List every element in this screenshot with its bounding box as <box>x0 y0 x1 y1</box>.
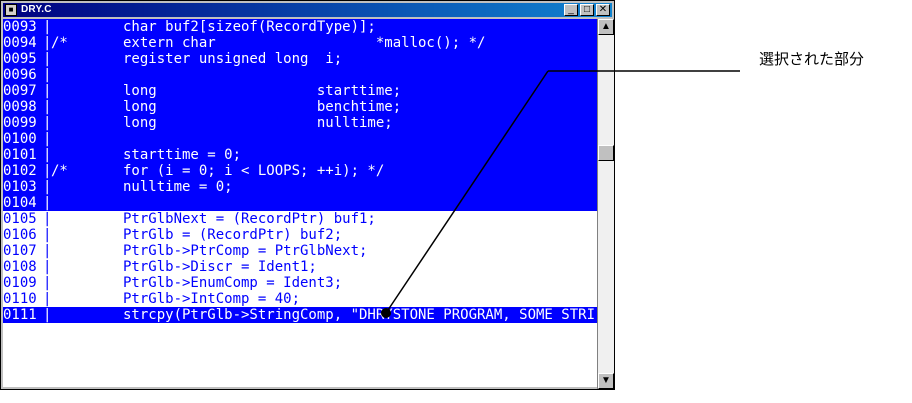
code-line[interactable]: 0106 | PtrGlb = (RecordPtr) buf2; <box>3 227 597 243</box>
line-number: 0100 <box>3 131 37 147</box>
code-text: PtrGlbNext = (RecordPtr) buf1; <box>123 211 376 227</box>
code-text: PtrGlb->PtrComp = PtrGlbNext; <box>123 243 368 259</box>
code-text: long benchtime; <box>123 99 402 115</box>
line-number: 0099 <box>3 115 37 131</box>
code-line[interactable]: 0108 | PtrGlb->Discr = Ident1; <box>3 259 597 275</box>
scroll-up-button[interactable]: ▲ <box>598 19 614 35</box>
code-line[interactable]: 0101 | starttime = 0; <box>3 147 597 163</box>
window-titlebar[interactable]: ■ DRY.C _ □ ✕ <box>3 3 612 17</box>
code-line[interactable]: 0110 | PtrGlb->IntComp = 40; <box>3 291 597 307</box>
code-line[interactable]: 0100 | <box>3 131 597 147</box>
line-number-separator: | <box>43 291 52 307</box>
code-editor[interactable]: 0093 | char buf2[sizeof(RecordType)]; 0094 |… <box>3 19 597 387</box>
line-number: 0105 <box>3 211 37 227</box>
line-number: 0095 <box>3 51 37 67</box>
code-line[interactable]: 0097 | long starttime; <box>3 83 597 99</box>
line-number: 0110 <box>3 291 37 307</box>
window-title: DRY.C <box>21 4 52 15</box>
line-number-separator: | <box>43 211 52 227</box>
line-number-separator: | <box>43 179 52 195</box>
code-line[interactable]: 0094 |/* extern char *malloc(); */ <box>3 35 597 51</box>
code-text: PtrGlb = (RecordPtr) buf2; <box>123 227 343 243</box>
code-line[interactable]: 0093 | char buf2[sizeof(RecordType)]; <box>3 19 597 35</box>
code-text: register unsigned long i; <box>123 51 343 67</box>
code-line[interactable]: 0096 | <box>3 67 597 83</box>
line-number-separator: | <box>43 67 52 83</box>
scroll-thumb[interactable] <box>598 145 614 161</box>
code-line[interactable]: 0098 | long benchtime; <box>3 99 597 115</box>
line-number-separator: | <box>43 195 52 211</box>
line-number: 0108 <box>3 259 37 275</box>
code-text: strcpy(PtrGlb->StringComp, "DHRYSTONE PR… <box>123 307 596 323</box>
minimize-button[interactable]: _ <box>564 4 578 16</box>
code-text: extern char *malloc(); */ <box>123 35 486 51</box>
line-number: 0102 <box>3 163 37 179</box>
line-number-separator: | <box>43 51 52 67</box>
line-number: 0098 <box>3 99 37 115</box>
line-number: 0111 <box>3 307 37 323</box>
maximize-button[interactable]: □ <box>580 4 594 16</box>
line-number: 0106 <box>3 227 37 243</box>
line-number-separator: | <box>43 99 52 115</box>
line-number: 0094 <box>3 35 37 51</box>
line-number: 0101 <box>3 147 37 163</box>
code-line[interactable]: 0099 | long nulltime; <box>3 115 597 131</box>
line-number-separator: | <box>43 19 52 35</box>
scroll-down-button[interactable]: ▼ <box>598 373 614 389</box>
line-number-separator: | <box>43 131 52 147</box>
callout-label: 選択された部分 <box>759 50 865 68</box>
line-number-separator: | <box>43 115 52 131</box>
editor-window: ■ DRY.C _ □ ✕ 0093 | char buf2[sizeof(Reco… <box>0 0 615 390</box>
comment-marker: /* <box>51 35 68 51</box>
line-number: 0109 <box>3 275 37 291</box>
line-number-separator: | <box>43 307 52 323</box>
line-number-separator: | <box>43 243 52 259</box>
code-text: PtrGlb->Discr = Ident1; <box>123 259 317 275</box>
line-number: 0096 <box>3 67 37 83</box>
code-line[interactable]: 0111 | strcpy(PtrGlb->StringComp, "DHRYSTO… <box>3 307 597 323</box>
comment-marker: /* <box>51 163 68 179</box>
code-text: PtrGlb->IntComp = 40; <box>123 291 301 307</box>
window-controls: _ □ ✕ <box>564 4 610 16</box>
line-number-separator: | <box>43 275 52 291</box>
code-line[interactable]: 0105 | PtrGlbNext = (RecordPtr) buf1; <box>3 211 597 227</box>
code-text: nulltime = 0; <box>123 179 233 195</box>
code-text: long nulltime; <box>123 115 393 131</box>
code-line[interactable]: 0095 | register unsigned long i; <box>3 51 597 67</box>
code-line[interactable]: 0102 |/* for (i = 0; i < LOOPS; ++i); */ <box>3 163 597 179</box>
vertical-scrollbar[interactable]: ▲ ▼ <box>597 19 614 389</box>
code-line[interactable]: 0103 | nulltime = 0; <box>3 179 597 195</box>
code-text: starttime = 0; <box>123 147 242 163</box>
code-text: PtrGlb->EnumComp = Ident3; <box>123 275 343 291</box>
line-number: 0107 <box>3 243 37 259</box>
code-text: long starttime; <box>123 83 402 99</box>
line-number-separator: | <box>43 259 52 275</box>
line-number: 0104 <box>3 195 37 211</box>
code-line[interactable]: 0107 | PtrGlb->PtrComp = PtrGlbNext; <box>3 243 597 259</box>
line-number-separator: | <box>43 83 52 99</box>
code-line[interactable]: 0109 | PtrGlb->EnumComp = Ident3; <box>3 275 597 291</box>
line-number: 0097 <box>3 83 37 99</box>
code-line[interactable]: 0104 | <box>3 195 597 211</box>
line-number-separator: | <box>43 227 52 243</box>
line-number: 0103 <box>3 179 37 195</box>
document-icon[interactable]: ■ <box>5 4 17 16</box>
code-text: for (i = 0; i < LOOPS; ++i); */ <box>123 163 385 179</box>
close-button[interactable]: ✕ <box>596 4 610 16</box>
line-number: 0093 <box>3 19 37 35</box>
code-text: char buf2[sizeof(RecordType)]; <box>123 19 376 35</box>
line-number-separator: | <box>43 147 52 163</box>
